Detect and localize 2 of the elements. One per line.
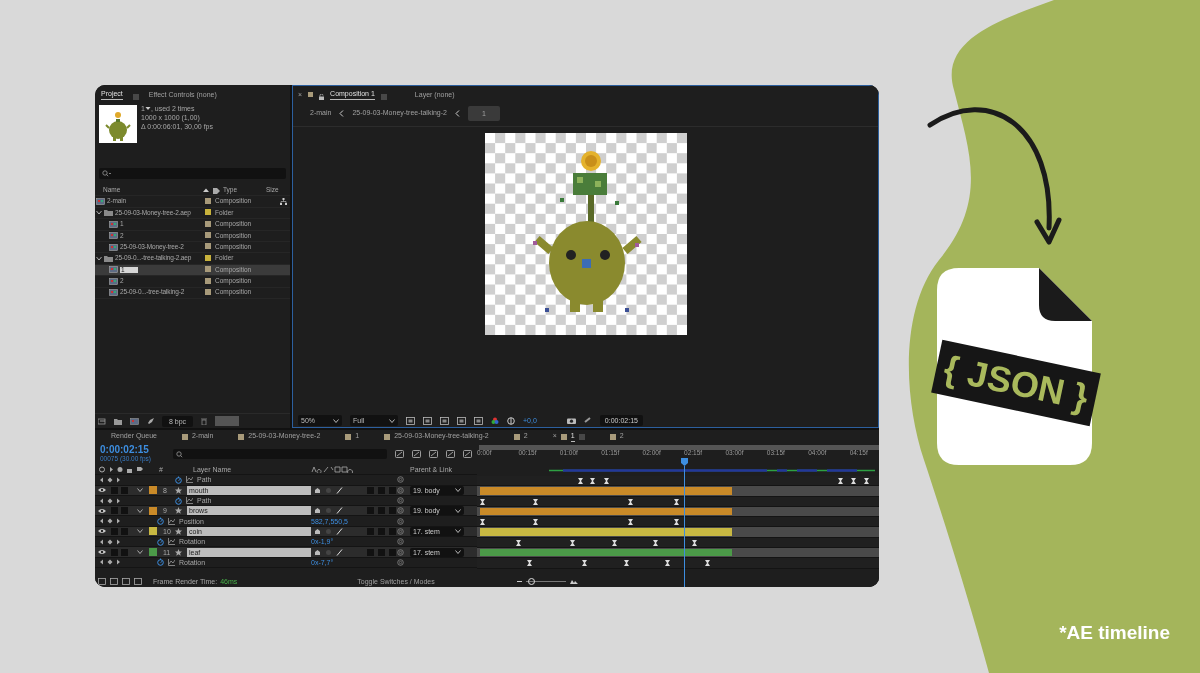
caption: *AE timeline: [1059, 620, 1170, 645]
current-time[interactable]: 0:00:02:15: [100, 445, 151, 456]
